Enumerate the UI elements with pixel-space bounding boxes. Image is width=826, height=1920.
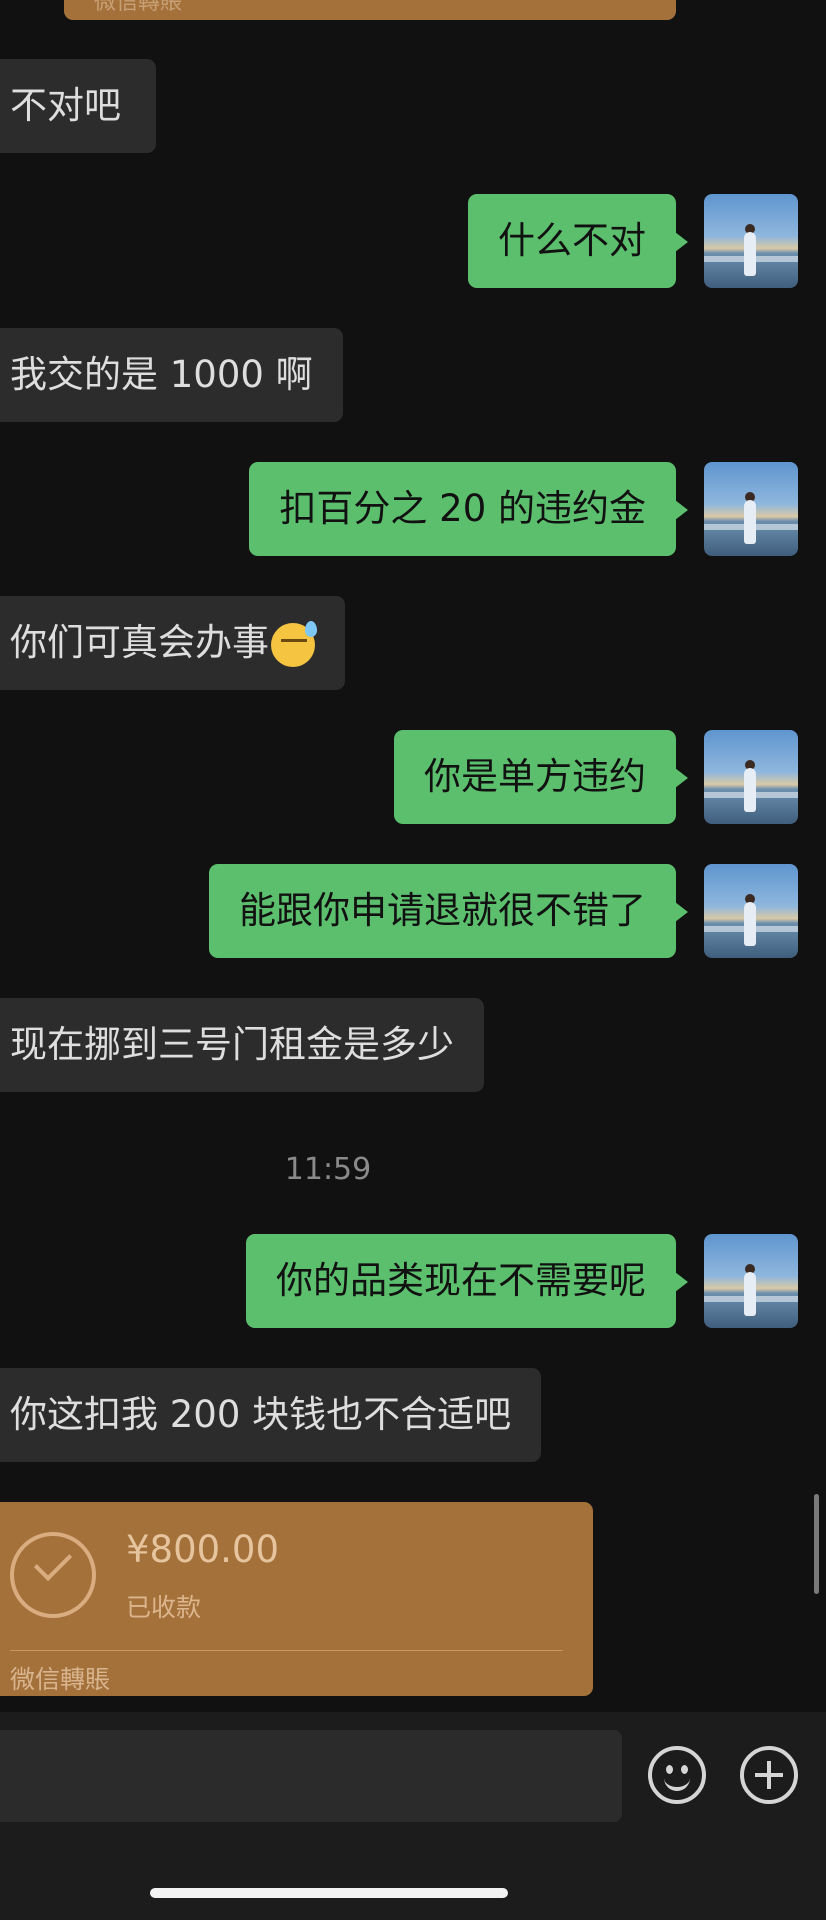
- message-bubble[interactable]: 现在挪到三号门租金是多少: [0, 998, 484, 1092]
- timestamp: 11:59: [284, 1152, 372, 1187]
- message-bubble[interactable]: 你这扣我 200 块钱也不合适吧: [0, 1368, 542, 1462]
- message-input[interactable]: [0, 1730, 622, 1822]
- message-bubble[interactable]: 我交的是 1000 啊: [0, 328, 343, 422]
- transfer-card-partial[interactable]: 微信轉賬: [64, 0, 676, 20]
- avatar[interactable]: [704, 730, 798, 824]
- message-bubble[interactable]: 扣百分之 20 的违约金: [249, 462, 688, 556]
- message-bubble[interactable]: 不对吧: [0, 59, 156, 153]
- divider: [10, 1650, 563, 1651]
- message-text: 你们可真会办事: [10, 621, 269, 664]
- check-circle-icon: [10, 1532, 96, 1618]
- message-bubble[interactable]: 什么不对: [468, 194, 688, 288]
- avatar[interactable]: [704, 194, 798, 288]
- transfer-brand-label: 微信轉賬: [10, 1665, 111, 1694]
- emoji-icon[interactable]: [648, 1746, 706, 1804]
- message-bubble[interactable]: 你的品类现在不需要呢: [246, 1234, 688, 1328]
- transfer-status: 已收款: [126, 1593, 202, 1622]
- plus-icon[interactable]: [740, 1746, 798, 1804]
- avatar[interactable]: [704, 462, 798, 556]
- input-bar: [0, 1712, 826, 1920]
- chat-area[interactable]: 微信轉賬 不对吧 什么不对 我交的是 1000 啊 扣百分之 20 的违约金 你…: [0, 0, 826, 1710]
- scrollbar[interactable]: [814, 1494, 819, 1594]
- message-bubble[interactable]: 你们可真会办事: [0, 596, 345, 690]
- sweat-smile-emoji-icon: [271, 620, 317, 667]
- message-bubble[interactable]: 你是单方违约: [394, 730, 688, 824]
- transfer-amount: ¥800.00: [126, 1528, 280, 1571]
- avatar[interactable]: [704, 1234, 798, 1328]
- transfer-card[interactable]: ¥800.00 已收款 微信轉賬: [0, 1502, 593, 1696]
- message-bubble[interactable]: 能跟你申请退就很不错了: [209, 864, 688, 958]
- transfer-brand-label: 微信轉賬: [94, 0, 183, 15]
- avatar[interactable]: [704, 864, 798, 958]
- home-indicator[interactable]: [150, 1888, 508, 1898]
